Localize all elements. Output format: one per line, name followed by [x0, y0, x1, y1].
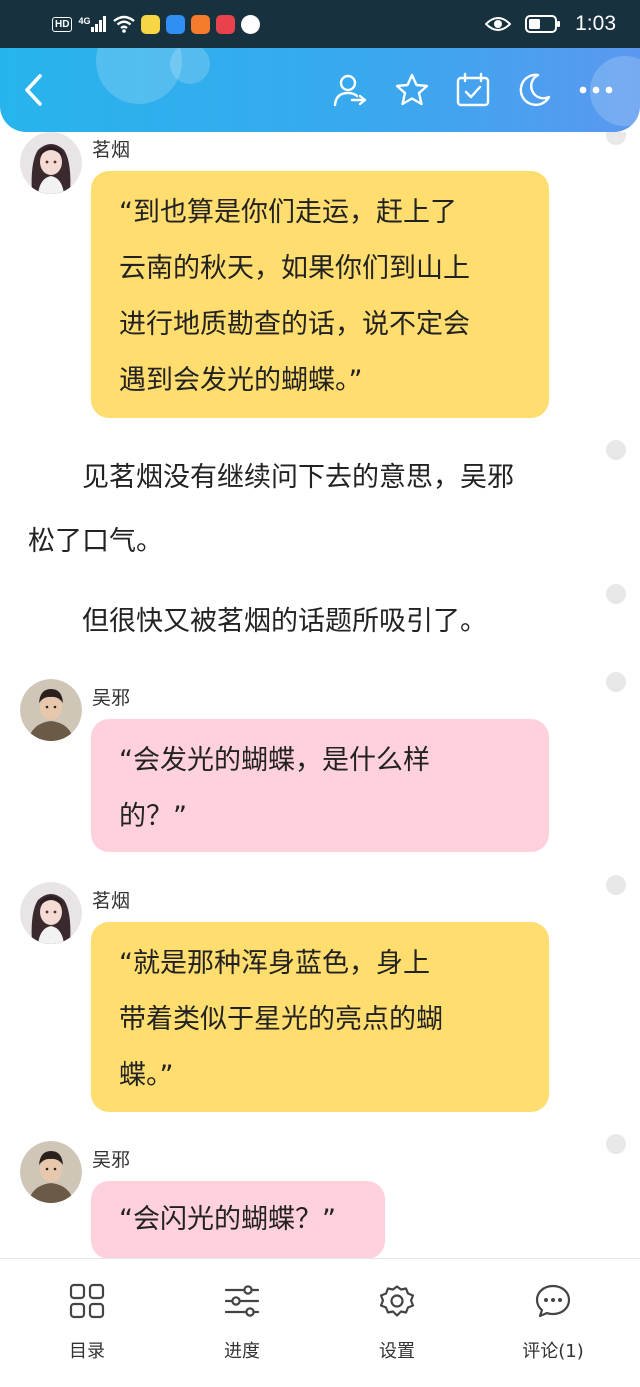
- like-dot[interactable]: [606, 672, 626, 692]
- reader-toolbar: [0, 48, 640, 132]
- speaker-name: 茗烟: [92, 890, 131, 912]
- like-dot[interactable]: [606, 875, 626, 895]
- author-user-icon[interactable]: [328, 68, 372, 112]
- nav-label: 进度: [224, 1341, 260, 1362]
- gear-settings-icon: [379, 1285, 415, 1317]
- book-app-icon: [216, 14, 236, 34]
- bubble-line: 遇到会发光的蝴蝶。”: [119, 365, 363, 396]
- eye-comfort-icon: [485, 17, 512, 31]
- clock-time: 1:03: [575, 12, 616, 35]
- like-dot[interactable]: [606, 440, 626, 460]
- bottom-toolbar: 目录 进度 设置 评论(1): [0, 1258, 640, 1387]
- bubble-line: “到也算是你们走运，赶上了: [119, 197, 457, 228]
- speaker-name: 吴邪: [92, 687, 131, 709]
- nav-settings[interactable]: 设置: [337, 1259, 457, 1387]
- like-dot[interactable]: [606, 132, 626, 145]
- bubble-line: “会闪光的蝴蝶？”: [119, 1204, 336, 1235]
- nav-progress[interactable]: 进度: [182, 1259, 302, 1387]
- moon-icon[interactable]: [512, 68, 556, 112]
- nav-label: 目录: [69, 1341, 105, 1362]
- bubble-line: “会发光的蝴蝶，是什么样: [119, 745, 430, 776]
- back-arrow-icon[interactable]: [12, 68, 56, 112]
- search-app-icon: [166, 14, 186, 34]
- chat-bubble-mingyan[interactable]: “到也算是你们走运，赶上了 云南的秋天，如果你们到山上 进行地质勘查的话，说不定…: [91, 171, 549, 418]
- bubble-line: 带着类似于星光的亮点的蝴: [119, 1004, 443, 1035]
- battery-icon: [525, 15, 561, 33]
- comment-bubble-icon: [535, 1284, 571, 1318]
- nav-catalog[interactable]: 目录: [27, 1259, 147, 1387]
- signal-icon: 4G: [78, 16, 107, 32]
- status-bar: HD 4G 1:03: [0, 0, 640, 48]
- status-left: HD 4G: [52, 12, 261, 36]
- like-dot[interactable]: [606, 1134, 626, 1154]
- narration-line: 但很快又被茗烟的话题所吸引了。: [28, 606, 487, 637]
- bubble-line: 的？”: [119, 801, 187, 832]
- speaker-name: 茗烟: [92, 139, 131, 161]
- decor-bubble: [170, 48, 210, 84]
- narration-paragraph: 见茗烟没有继续问下去的意思，吴邪 松了口气。: [28, 446, 514, 574]
- bubble-line: 进行地质勘查的话，说不定会: [119, 309, 470, 340]
- chat-bubble-wuxie[interactable]: “会闪光的蝴蝶？”: [91, 1181, 385, 1258]
- wifi-icon: [113, 15, 136, 33]
- nav-comments[interactable]: 评论(1): [493, 1259, 613, 1387]
- decor-bubble: [96, 48, 182, 104]
- narration-paragraph: 但很快又被茗烟的话题所吸引了。: [28, 590, 487, 654]
- avatar-mingyan: [20, 132, 82, 194]
- narration-line: 见茗烟没有继续问下去的意思，吴邪: [28, 462, 514, 493]
- narration-line: 松了口气。: [28, 526, 163, 557]
- more-icon[interactable]: [574, 68, 618, 112]
- status-right: 1:03: [485, 10, 616, 38]
- bubble-line: “就是那种浑身蓝色，身上: [119, 948, 430, 979]
- hd-badge: HD: [52, 16, 73, 32]
- nav-label: 评论(1): [522, 1341, 584, 1362]
- browser-app-icon: [241, 14, 261, 34]
- star-icon[interactable]: [390, 68, 434, 112]
- nav-label: 设置: [379, 1341, 415, 1362]
- calendar-check-icon[interactable]: [451, 68, 495, 112]
- avatar-mingyan: [20, 882, 82, 944]
- chat-bubble-wuxie[interactable]: “会发光的蝴蝶，是什么样 的？”: [91, 719, 549, 852]
- avatar-wuxie: [20, 679, 82, 741]
- network-type-label: 4G: [78, 16, 91, 26]
- app-notification-icon: [141, 14, 161, 34]
- bubble-line: 云南的秋天，如果你们到山上: [119, 253, 470, 284]
- chat-story-content[interactable]: 茗烟 “到也算是你们走运，赶上了 云南的秋天，如果你们到山上 进行地质勘查的话，…: [0, 132, 640, 1258]
- sliders-progress-icon: [224, 1285, 260, 1317]
- chat-bubble-mingyan[interactable]: “就是那种浑身蓝色，身上 带着类似于星光的亮点的蝴 蝶。”: [91, 922, 549, 1112]
- video-app-icon: [191, 14, 211, 34]
- speaker-name: 吴邪: [92, 1149, 131, 1171]
- avatar-wuxie: [20, 1141, 82, 1203]
- grid-catalog-icon: [69, 1283, 105, 1319]
- like-dot[interactable]: [606, 584, 626, 604]
- bubble-line: 蝶。”: [119, 1060, 174, 1091]
